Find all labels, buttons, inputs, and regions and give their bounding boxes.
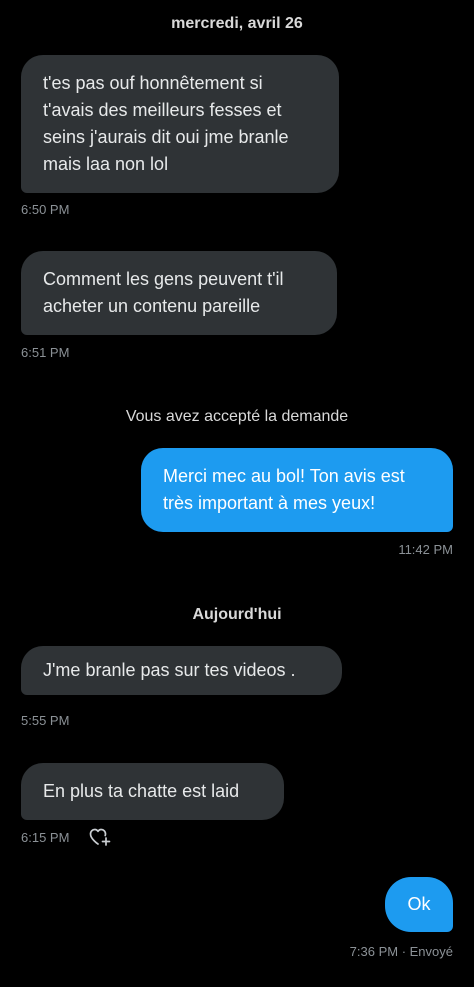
message-timestamp: 6:15 PM <box>21 828 111 846</box>
message-time-status: 7:36 PM · Envoyé <box>349 944 453 959</box>
message-time: 6:50 PM <box>21 202 70 217</box>
message-timestamp: 6:51 PM <box>21 345 69 360</box>
message-time: 6:15 PM <box>21 829 70 845</box>
message-time: 6:51 PM <box>21 345 70 360</box>
message-time: 11:42 PM <box>398 542 453 557</box>
message-bubble-outgoing[interactable]: Merci mec au bol! Ton avis est très impo… <box>141 448 453 532</box>
date-separator: Aujourd'hui <box>192 606 282 623</box>
dm-conversation: mercredi, avril 26 t'es pas ouf honnêtem… <box>0 0 474 987</box>
message-bubble-outgoing[interactable]: Ok <box>385 877 453 932</box>
message-bubble-incoming[interactable]: t'es pas ouf honnêtement si t'avais des … <box>21 55 339 193</box>
message-timestamp: 11:42 PM <box>398 542 453 557</box>
message-bubble-incoming[interactable]: En plus ta chatte est laid <box>21 763 284 820</box>
heart-plus-icon[interactable] <box>89 828 111 846</box>
request-accepted-note: Vous avez accepté la demande <box>125 408 349 425</box>
message-bubble-incoming[interactable]: J'me branle pas sur tes videos . <box>21 646 342 695</box>
date-separator: mercredi, avril 26 <box>171 15 303 32</box>
message-timestamp: 5:55 PM <box>21 713 69 728</box>
message-timestamp: 6:50 PM <box>21 202 69 217</box>
message-status: 7:36 PM · Envoyé <box>350 944 453 959</box>
message-bubble-incoming[interactable]: Comment les gens peuvent t'il acheter un… <box>21 251 337 335</box>
message-time: 5:55 PM <box>21 713 70 728</box>
